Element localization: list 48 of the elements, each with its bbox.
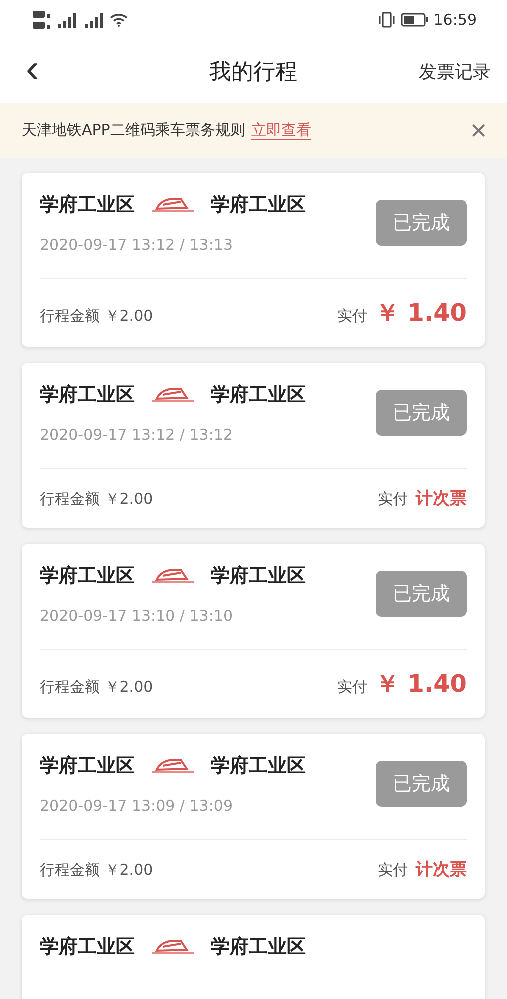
paid-label: 实付 bbox=[337, 307, 368, 326]
battery-icon bbox=[400, 13, 429, 27]
origin-station: 学府工业区 bbox=[40, 193, 135, 218]
vibrate-icon bbox=[378, 12, 396, 28]
paid-label: 实付 bbox=[378, 490, 408, 509]
destination-station: 学府工业区 bbox=[211, 564, 306, 589]
origin-station: 学府工业区 bbox=[40, 383, 135, 408]
ticket-type: 计次票 bbox=[416, 488, 467, 510]
signal-icon bbox=[83, 12, 105, 28]
destination-station: 学府工业区 bbox=[211, 754, 306, 779]
train-icon bbox=[151, 758, 195, 774]
status-badge: 已完成 bbox=[376, 390, 467, 436]
notice-text: 天津地铁APP二维码乘车票务规则 bbox=[22, 121, 246, 139]
paid-amount: ￥ 1.40 bbox=[375, 669, 467, 700]
destination-station: 学府工业区 bbox=[211, 193, 306, 218]
train-icon bbox=[151, 197, 195, 213]
fare-amount: 行程金额 ￥2.00 bbox=[40, 307, 154, 326]
fare-amount: 行程金额 ￥2.00 bbox=[40, 678, 154, 697]
train-icon bbox=[151, 568, 195, 584]
status-badge: 已完成 bbox=[376, 761, 467, 807]
trip-time: 2020-09-17 13:12 / 13:12 bbox=[40, 425, 234, 445]
train-icon bbox=[151, 387, 195, 403]
fare-amount: 行程金额 ￥2.00 bbox=[40, 861, 154, 880]
fare-amount: 行程金额 ￥2.00 bbox=[40, 490, 154, 509]
paid-label: 实付 bbox=[337, 678, 368, 697]
status-badge: 已完成 bbox=[376, 571, 467, 617]
signal-icon bbox=[56, 12, 78, 28]
view-now-link[interactable]: 立即查看 bbox=[251, 121, 312, 139]
train-icon bbox=[151, 939, 195, 955]
hd-icon bbox=[33, 9, 51, 31]
trip-time: 2020-09-17 13:10 / 13:10 bbox=[40, 606, 234, 626]
ticket-type: 计次票 bbox=[416, 859, 467, 881]
paid-label: 实付 bbox=[378, 861, 408, 880]
paid-amount: ￥ 1.40 bbox=[375, 298, 467, 329]
wifi-icon bbox=[110, 13, 128, 27]
origin-station: 学府工业区 bbox=[40, 754, 135, 779]
destination-station: 学府工业区 bbox=[211, 935, 306, 960]
back-button[interactable]: ‹ bbox=[22, 48, 44, 88]
trip-time: 2020-09-17 13:12 / 13:13 bbox=[40, 235, 234, 255]
page-title: 我的行程 bbox=[210, 60, 298, 84]
invoice-records-button[interactable]: 发票记录 bbox=[419, 60, 491, 84]
status-badge: 已完成 bbox=[376, 200, 467, 246]
clock-time: 16:59 bbox=[434, 11, 477, 29]
origin-station: 学府工业区 bbox=[40, 935, 135, 960]
origin-station: 学府工业区 bbox=[40, 564, 135, 589]
destination-station: 学府工业区 bbox=[211, 383, 306, 408]
close-button[interactable]: × bbox=[470, 116, 487, 144]
trip-time: 2020-09-17 13:09 / 13:09 bbox=[40, 796, 234, 816]
